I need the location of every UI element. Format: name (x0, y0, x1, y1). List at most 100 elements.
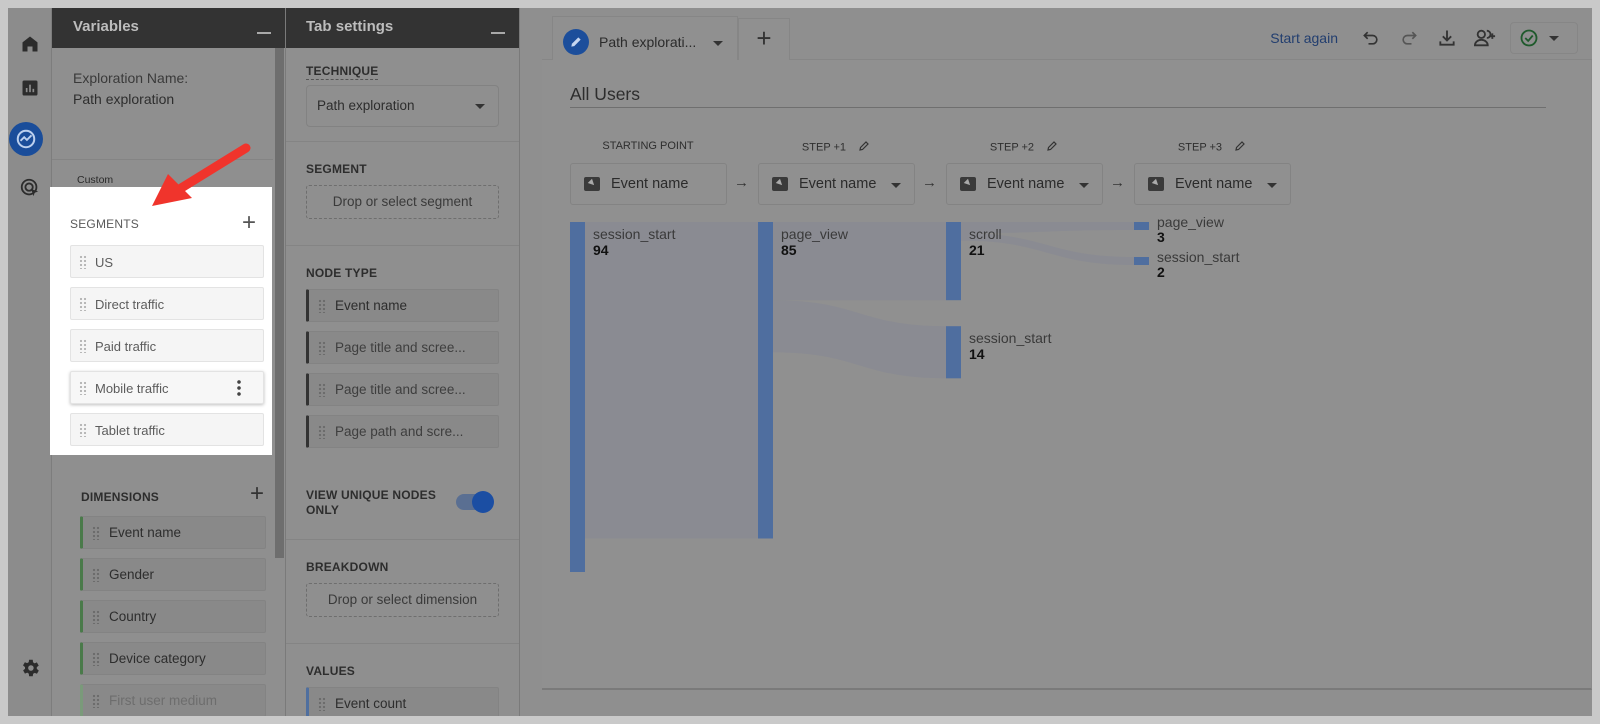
node-type-label: Page title and scree... (335, 382, 466, 397)
dimension-chip[interactable]: Gender (80, 558, 266, 591)
sankey-node-value: 3 (1157, 229, 1165, 245)
exploration-name-label: Exploration Name: (73, 70, 189, 86)
sankey-node[interactable] (570, 222, 585, 572)
nav-rail (8, 8, 52, 716)
add-dimension-button[interactable]: + (250, 482, 264, 506)
dimension-label: Country (109, 609, 157, 624)
dimension-label: First user medium (109, 693, 218, 708)
value-chip[interactable]: Event count (306, 687, 499, 716)
edit-pencil-icon[interactable] (563, 29, 589, 55)
segment-label: Mobile traffic (95, 381, 169, 396)
toolbar: Start again (1270, 22, 1578, 54)
technique-section: TECHNIQUE Path exploration (286, 48, 519, 142)
sankey-link[interactable] (773, 300, 946, 379)
drag-handle-icon[interactable] (92, 526, 100, 540)
sankey-node-label: session_start (1157, 249, 1240, 265)
drag-handle-icon[interactable] (92, 652, 100, 666)
sankey-chart (570, 222, 1149, 572)
add-tab-button[interactable]: + (738, 18, 790, 60)
status-button[interactable] (1510, 22, 1578, 54)
more-options-icon[interactable] (237, 379, 241, 397)
drag-handle-icon[interactable] (318, 299, 326, 313)
drag-handle-icon[interactable] (92, 610, 100, 624)
dimension-chip[interactable]: Country (80, 600, 266, 633)
drag-handle-icon[interactable] (79, 255, 87, 269)
sankey-node-label: page_view (781, 226, 848, 242)
segment-label: Tablet traffic (95, 423, 165, 438)
drag-handle-icon[interactable] (318, 697, 326, 711)
node-type-chip[interactable]: Page title and scree... (306, 373, 499, 406)
drag-handle-icon[interactable] (92, 568, 100, 582)
technique-select[interactable]: Path exploration (306, 85, 499, 127)
node-type-chip[interactable]: Event name (306, 289, 499, 322)
minimize-icon[interactable] (491, 32, 505, 34)
node-type-label: Page path and scre... (335, 424, 464, 439)
chevron-down-icon[interactable] (475, 104, 485, 109)
segment-item[interactable]: Tablet traffic (70, 413, 264, 446)
segment-item[interactable]: US (70, 245, 264, 278)
variables-header: Variables (52, 8, 285, 48)
segment-item[interactable]: Mobile traffic (70, 371, 264, 404)
drag-handle-icon[interactable] (79, 381, 87, 395)
unique-nodes-row: VIEW UNIQUE NODES ONLY (286, 448, 519, 540)
minimize-icon[interactable] (257, 32, 271, 34)
tab-settings-panel: Tab settings TECHNIQUE Path exploration … (286, 8, 520, 716)
dimensions-section: DIMENSIONS + Event name Gender Country D… (52, 470, 278, 716)
segment-item[interactable]: Direct traffic (70, 287, 264, 320)
technique-label: TECHNIQUE (306, 64, 379, 80)
breakdown-label: BREAKDOWN (306, 560, 389, 574)
drag-handle-icon[interactable] (79, 297, 87, 311)
redo-icon[interactable] (1396, 25, 1422, 51)
sankey-node-value: 14 (969, 346, 985, 363)
drag-handle-icon[interactable] (318, 425, 326, 439)
node-type-label: Event name (335, 298, 408, 313)
reports-icon[interactable] (14, 72, 46, 104)
sankey-link[interactable] (585, 222, 758, 539)
sankey-node[interactable] (1134, 257, 1149, 265)
path-canvas: All Users STARTING POINT STEP +1 STEP +2… (542, 60, 1592, 690)
node-type-chip[interactable]: Page title and scree... (306, 331, 499, 364)
exploration-name-value[interactable]: Path exploration (73, 89, 252, 110)
start-again-button[interactable]: Start again (1270, 30, 1338, 46)
segments-title: SEGMENTS (70, 217, 139, 231)
main-area: Path explorati... + Start again All User… (520, 8, 1592, 716)
sankey-node[interactable] (946, 222, 961, 301)
segment-drop-zone[interactable]: Drop or select segment (306, 185, 499, 219)
advertising-icon[interactable] (14, 172, 46, 204)
explore-icon[interactable] (9, 122, 43, 156)
dimension-chip[interactable]: Device category (80, 642, 266, 675)
toggle-knob[interactable] (472, 491, 494, 513)
values-section: VALUES Event count (286, 644, 519, 716)
tab-label: Path explorati... (599, 34, 697, 50)
segment-item[interactable]: Paid traffic (70, 329, 264, 362)
dimension-chip[interactable]: Event name (80, 516, 266, 549)
breakdown-drop-zone[interactable]: Drop or select dimension (306, 583, 499, 617)
undo-icon[interactable] (1358, 25, 1384, 51)
drag-handle-icon[interactable] (79, 339, 87, 353)
segments-panel: SEGMENTS + US Direct traffic Paid traffi… (50, 187, 272, 455)
chevron-down-icon[interactable] (1549, 35, 1559, 41)
home-icon[interactable] (14, 28, 46, 60)
drag-handle-icon[interactable] (318, 383, 326, 397)
share-users-icon[interactable] (1472, 25, 1498, 51)
node-type-label: Page title and scree... (335, 340, 466, 355)
download-icon[interactable] (1434, 25, 1460, 51)
tab-path-exploration[interactable]: Path explorati... (552, 16, 738, 60)
sankey-node-value: 94 (593, 242, 609, 258)
dimension-chip[interactable]: First user medium (80, 684, 266, 716)
sankey-node[interactable] (1134, 222, 1149, 230)
segment-label: Paid traffic (95, 339, 157, 354)
drag-handle-icon[interactable] (79, 423, 87, 437)
variables-title: Variables (73, 18, 139, 35)
segment-label: Direct traffic (95, 297, 165, 312)
node-type-chip[interactable]: Page path and scre... (306, 415, 499, 448)
chevron-down-icon[interactable] (713, 41, 723, 46)
annotation-arrow-icon (152, 143, 251, 206)
drag-handle-icon[interactable] (92, 694, 100, 708)
settings-icon[interactable] (14, 652, 46, 684)
dimension-label: Device category (109, 651, 206, 666)
unique-nodes-toggle[interactable] (456, 491, 494, 513)
drag-handle-icon[interactable] (318, 341, 326, 355)
sankey-node[interactable] (946, 326, 961, 379)
sankey-node[interactable] (758, 222, 773, 539)
